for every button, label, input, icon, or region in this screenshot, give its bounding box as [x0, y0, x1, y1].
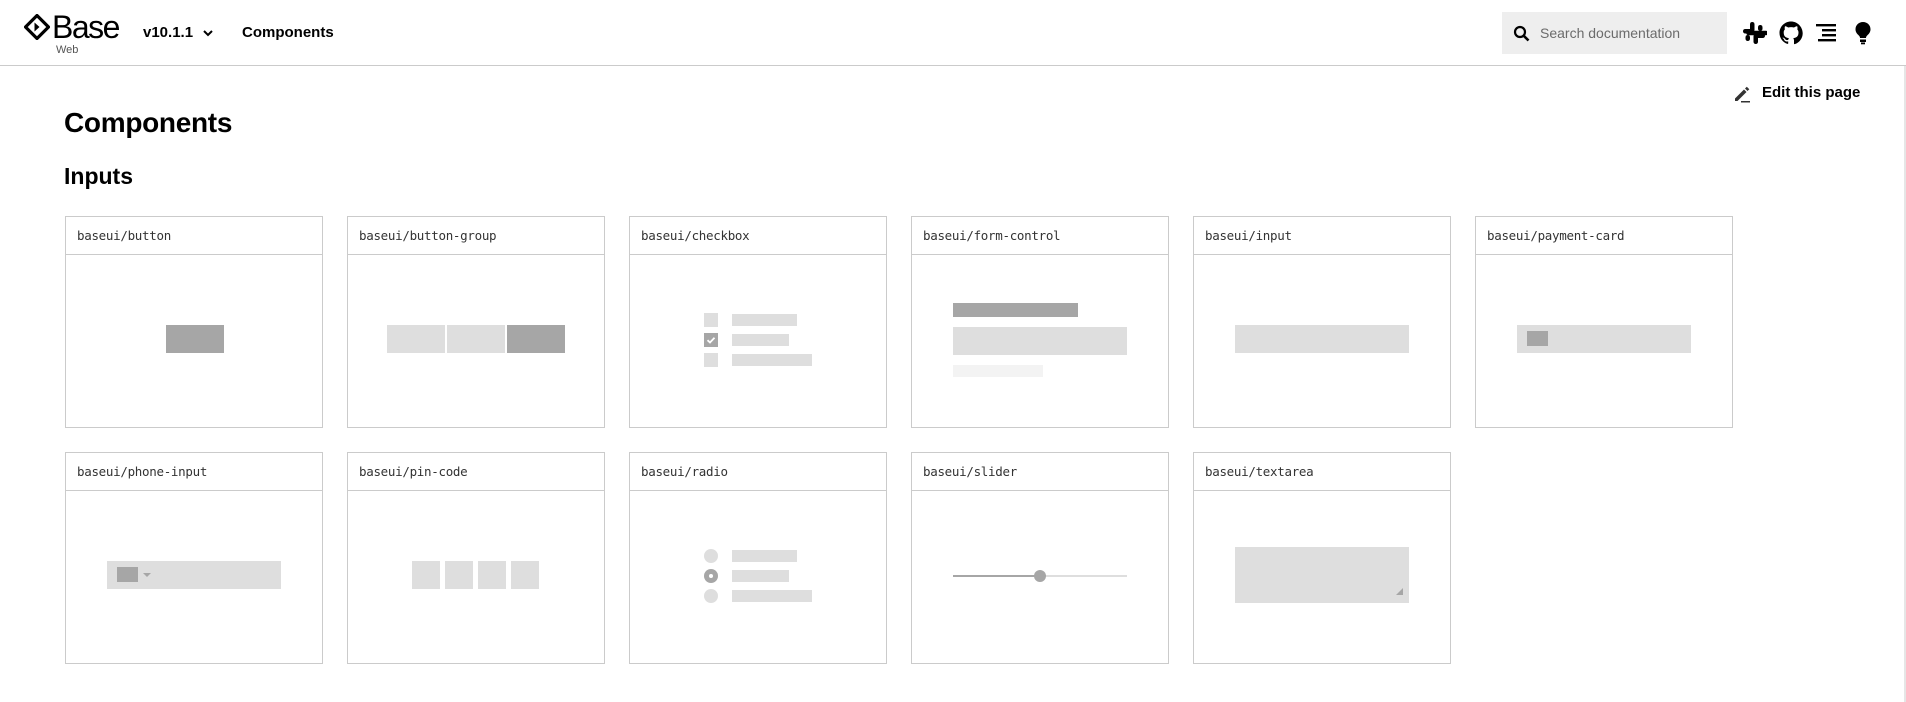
component-card-radio[interactable]: baseui/radio [629, 452, 887, 664]
component-card-payment-card[interactable]: baseui/payment-card [1475, 216, 1733, 428]
resize-handle-icon [1396, 588, 1403, 595]
phone-input-preview [66, 491, 322, 663]
card-title: baseui/checkbox [641, 228, 750, 243]
checkbox-box-checked [704, 333, 718, 347]
logo-subtext: Web [56, 44, 79, 56]
country-flag-icon [117, 567, 138, 582]
radio-label-placeholder [732, 550, 797, 562]
component-card-button[interactable]: baseui/button [65, 216, 323, 428]
component-card-checkbox[interactable]: baseui/checkbox [629, 216, 887, 428]
checkbox-box [704, 313, 718, 327]
card-title: baseui/form-control [923, 228, 1061, 243]
page-title: Components [64, 107, 233, 138]
version-selector[interactable]: v10.1.1 [143, 24, 193, 42]
chevron-down-icon[interactable] [201, 26, 215, 40]
textarea-preview [1194, 491, 1450, 663]
card-header: baseui/input [1194, 217, 1450, 255]
nav-link-components[interactable]: Components [242, 24, 334, 42]
slider-fill [953, 575, 1040, 577]
slider-preview [912, 491, 1168, 663]
pencil-icon [1735, 86, 1750, 103]
checkmark-icon [706, 337, 716, 344]
card-header: baseui/checkbox [630, 217, 886, 255]
button-group-preview [348, 255, 604, 427]
slack-icon[interactable] [1741, 20, 1767, 46]
component-card-slider[interactable]: baseui/slider [911, 452, 1169, 664]
logo-text: Base [52, 9, 120, 45]
form-caption-placeholder [953, 365, 1043, 377]
search-icon [1513, 25, 1530, 42]
button-placeholder [166, 325, 224, 353]
pin-digit-placeholder [478, 561, 506, 589]
textarea-placeholder [1235, 547, 1409, 603]
input-placeholder [1235, 325, 1409, 353]
text-direction-icon[interactable] [1813, 20, 1839, 46]
slider-thumb [1034, 570, 1046, 582]
radio-circle [704, 549, 718, 563]
pin-digit-placeholder [445, 561, 473, 589]
theme-lightbulb-icon[interactable] [1850, 20, 1876, 46]
phone-input-placeholder [107, 561, 281, 589]
card-header: baseui/slider [912, 453, 1168, 491]
checkbox-label-placeholder [732, 354, 812, 366]
pin-code-preview [348, 491, 604, 663]
checkbox-box [704, 353, 718, 367]
card-header: baseui/pin-code [348, 453, 604, 491]
component-card-pin-code[interactable]: baseui/pin-code [347, 452, 605, 664]
card-title: baseui/payment-card [1487, 228, 1625, 243]
card-title: baseui/button-group [359, 228, 497, 243]
card-header: baseui/form-control [912, 217, 1168, 255]
card-title: baseui/textarea [1205, 464, 1314, 479]
card-header: baseui/button-group [348, 217, 604, 255]
card-title: baseui/phone-input [77, 464, 208, 479]
base-logo-icon [24, 14, 50, 40]
button-group-segment [387, 325, 445, 353]
card-header: baseui/payment-card [1476, 217, 1732, 255]
component-card-phone-input[interactable]: baseui/phone-input [65, 452, 323, 664]
card-title: baseui/button [77, 228, 171, 243]
form-input-placeholder [953, 327, 1127, 355]
edit-this-page-label: Edit this page [1762, 84, 1861, 101]
card-title: baseui/slider [923, 464, 1017, 479]
pin-digit-placeholder [412, 561, 440, 589]
radio-label-placeholder [732, 570, 789, 582]
checkbox-preview [630, 255, 886, 427]
button-preview [66, 255, 322, 427]
card-header: baseui/button [66, 217, 322, 255]
radio-circle-selected [704, 569, 718, 583]
section-title-inputs: Inputs [64, 163, 133, 189]
card-title: baseui/radio [641, 464, 728, 479]
payment-input-placeholder [1517, 325, 1691, 353]
radio-label-placeholder [732, 590, 812, 602]
card-brand-icon [1527, 331, 1548, 346]
base-web-logo[interactable]: Base Web [24, 9, 124, 56]
checkbox-label-placeholder [732, 314, 797, 326]
github-icon[interactable] [1778, 20, 1804, 46]
component-card-input[interactable]: baseui/input [1193, 216, 1451, 428]
caret-down-icon [143, 573, 151, 577]
card-header: baseui/phone-input [66, 453, 322, 491]
radio-circle [704, 589, 718, 603]
button-group-segment-selected [507, 325, 565, 353]
card-header: baseui/textarea [1194, 453, 1450, 491]
component-card-button-group[interactable]: baseui/button-group [347, 216, 605, 428]
input-preview [1194, 255, 1450, 427]
card-title: baseui/input [1205, 228, 1292, 243]
radio-preview [630, 491, 886, 663]
component-card-textarea[interactable]: baseui/textarea [1193, 452, 1451, 664]
payment-card-preview [1476, 255, 1732, 427]
pin-digit-placeholder [511, 561, 539, 589]
search-input[interactable] [1540, 12, 1720, 54]
search-box[interactable] [1502, 12, 1727, 54]
form-label-placeholder [953, 303, 1078, 317]
card-title: baseui/pin-code [359, 464, 468, 479]
button-group-segment [447, 325, 505, 353]
component-card-form-control[interactable]: baseui/form-control [911, 216, 1169, 428]
checkbox-label-placeholder [732, 334, 789, 346]
card-header: baseui/radio [630, 453, 886, 491]
top-navigation-bar: Base Web v10.1.1 Components [0, 0, 1906, 66]
form-control-preview [912, 255, 1168, 427]
radio-dot [709, 574, 713, 578]
